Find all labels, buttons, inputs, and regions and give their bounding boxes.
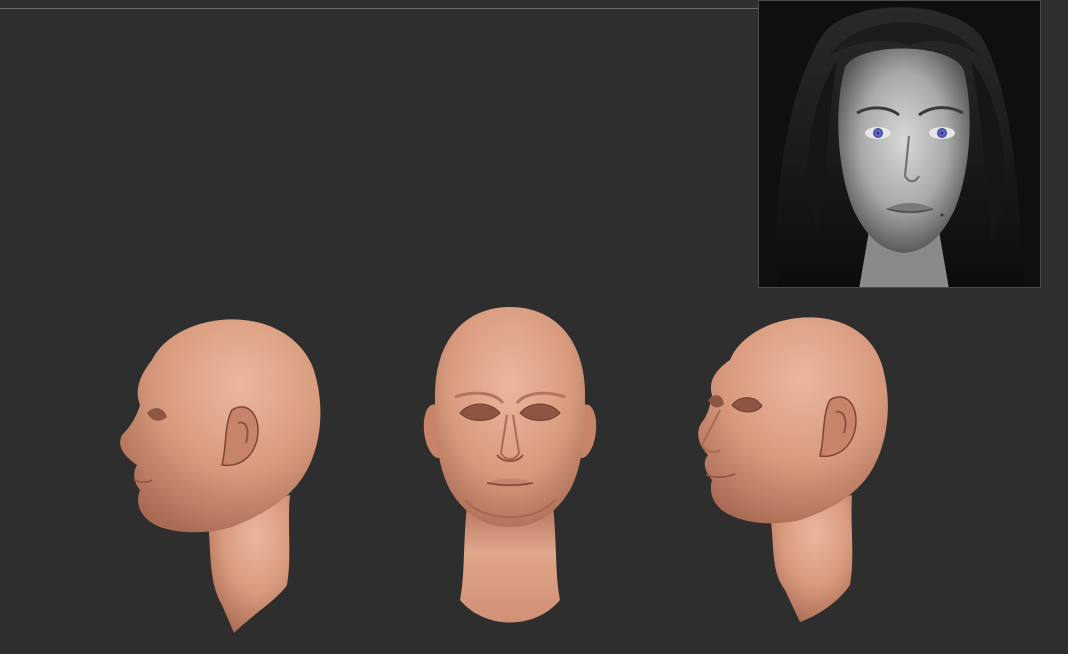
head-view-three-quarter[interactable] — [690, 300, 895, 630]
sculpt-viewport[interactable] — [0, 0, 1068, 654]
head-view-front[interactable] — [415, 305, 605, 635]
reference-portrait — [759, 1, 1040, 287]
reference-image-panel — [758, 0, 1041, 288]
head-view-left-profile[interactable] — [112, 305, 327, 640]
top-divider — [0, 8, 758, 9]
